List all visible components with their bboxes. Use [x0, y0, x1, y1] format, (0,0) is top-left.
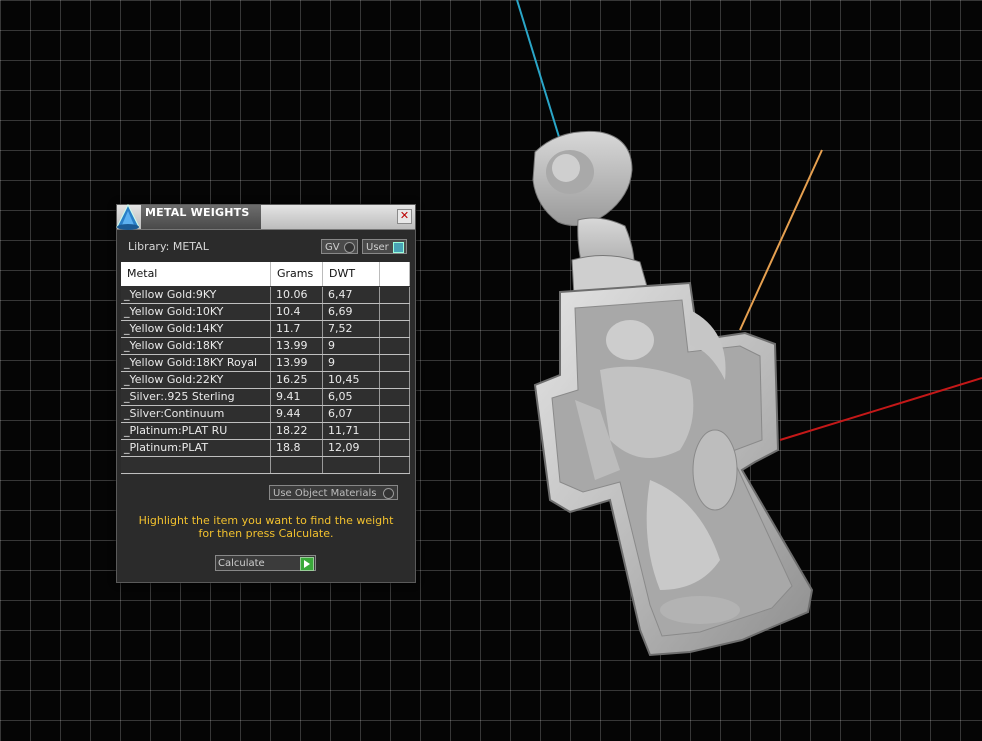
table-row[interactable]: _Yellow Gold:9KY 10.06 6,47: [121, 287, 410, 304]
cell-empty: [380, 338, 410, 354]
table-row[interactable]: _Silver:Continuum 9.44 6,07: [121, 406, 410, 423]
column-header-grams[interactable]: Grams: [271, 262, 323, 286]
cell-dwt: 6,05: [323, 389, 380, 405]
dialog-title: METAL WEIGHTS: [145, 206, 250, 219]
cell-grams: 11.7: [271, 321, 323, 337]
cell-dwt: [323, 457, 380, 473]
cell-metal: _Yellow Gold:18KY Royal: [121, 355, 271, 371]
instructions-line-1: Highlight the item you want to find the …: [138, 514, 394, 527]
cell-metal: [121, 457, 271, 473]
cell-metal: _Silver:.925 Sterling: [121, 389, 271, 405]
column-header-dwt[interactable]: DWT: [323, 262, 380, 286]
calculate-button[interactable]: Calculate: [215, 555, 316, 571]
use-object-materials-toggle[interactable]: Use Object Materials: [269, 485, 398, 500]
cross-body: [533, 281, 814, 657]
table-row[interactable]: _Silver:.925 Sterling 9.41 6,05: [121, 389, 410, 406]
cell-grams: 9.44: [271, 406, 323, 422]
user-toggle[interactable]: User: [362, 239, 407, 254]
cell-grams: 13.99: [271, 338, 323, 354]
cell-grams: [271, 457, 323, 473]
radio-indicator-icon: [383, 488, 394, 499]
cell-empty: [380, 355, 410, 371]
use-object-materials-label: Use Object Materials: [273, 488, 377, 499]
dialog-titlebar[interactable]: METAL WEIGHTS ✕: [116, 203, 415, 230]
cell-dwt: 6,47: [323, 287, 380, 303]
column-header-empty: [380, 262, 410, 286]
metal-weights-dialog: METAL WEIGHTS ✕ Library: METAL GV User M…: [116, 203, 416, 583]
calculate-label: Calculate: [218, 558, 265, 569]
table-row[interactable]: _Yellow Gold:18KY Royal 13.99 9: [121, 355, 410, 372]
cell-dwt: 9: [323, 355, 380, 371]
gv-toggle-label: GV: [325, 242, 340, 253]
app-logo-icon: [116, 203, 140, 230]
table-row[interactable]: _Yellow Gold:10KY 10.4 6,69: [121, 304, 410, 321]
table-row[interactable]: _Platinum:PLAT RU 18.22 11,71: [121, 423, 410, 440]
table-row[interactable]: [121, 457, 410, 474]
user-toggle-label: User: [366, 242, 389, 253]
cell-dwt: 10,45: [323, 372, 380, 388]
cell-empty: [380, 406, 410, 422]
cell-grams: 9.41: [271, 389, 323, 405]
table-row[interactable]: _Platinum:PLAT 18.8 12,09: [121, 440, 410, 457]
table-header: Metal Grams DWT: [121, 262, 410, 286]
cell-grams: 16.25: [271, 372, 323, 388]
table-row[interactable]: _Yellow Gold:18KY 13.99 9: [121, 338, 410, 355]
cell-metal: _Silver:Continuum: [121, 406, 271, 422]
cell-metal: _Yellow Gold:18KY: [121, 338, 271, 354]
cell-empty: [380, 423, 410, 439]
table-row[interactable]: _Yellow Gold:22KY 16.25 10,45: [121, 372, 410, 389]
cell-metal: _Platinum:PLAT: [121, 440, 271, 456]
cell-grams: 18.22: [271, 423, 323, 439]
cell-dwt: 6,07: [323, 406, 380, 422]
instructions-text: Highlight the item you want to find the …: [131, 514, 401, 540]
metal-table: Metal Grams DWT _Yellow Gold:9KY 10.06 6,4…: [121, 262, 410, 475]
column-header-metal[interactable]: Metal: [121, 262, 271, 286]
cell-metal: _Platinum:PLAT RU: [121, 423, 271, 439]
cell-grams: 13.99: [271, 355, 323, 371]
cell-dwt: 7,52: [323, 321, 380, 337]
cell-metal: _Yellow Gold:10KY: [121, 304, 271, 320]
cell-empty: [380, 389, 410, 405]
cell-grams: 10.06: [271, 287, 323, 303]
cell-grams: 10.4: [271, 304, 323, 320]
pendant-bail: [532, 130, 649, 297]
cell-empty: [380, 304, 410, 320]
close-button[interactable]: ✕: [397, 209, 412, 224]
cell-empty: [380, 457, 410, 473]
cell-dwt: 12,09: [323, 440, 380, 456]
table-row[interactable]: _Yellow Gold:14KY 11.7 7,52: [121, 321, 410, 338]
cell-metal: _Yellow Gold:9KY: [121, 287, 271, 303]
cell-empty: [380, 440, 410, 456]
cell-metal: _Yellow Gold:22KY: [121, 372, 271, 388]
cell-dwt: 11,71: [323, 423, 380, 439]
cell-empty: [380, 287, 410, 303]
cell-dwt: 6,69: [323, 304, 380, 320]
cell-empty: [380, 372, 410, 388]
library-label: Library: METAL: [128, 240, 209, 253]
cell-empty: [380, 321, 410, 337]
radio-selected-icon: [393, 242, 404, 253]
radio-indicator-icon: [344, 242, 355, 253]
cell-grams: 18.8: [271, 440, 323, 456]
gv-toggle[interactable]: GV: [321, 239, 358, 254]
instructions-line-2: for then press Calculate.: [198, 527, 334, 540]
cell-metal: _Yellow Gold:14KY: [121, 321, 271, 337]
play-icon: [300, 557, 314, 571]
cell-dwt: 9: [323, 338, 380, 354]
